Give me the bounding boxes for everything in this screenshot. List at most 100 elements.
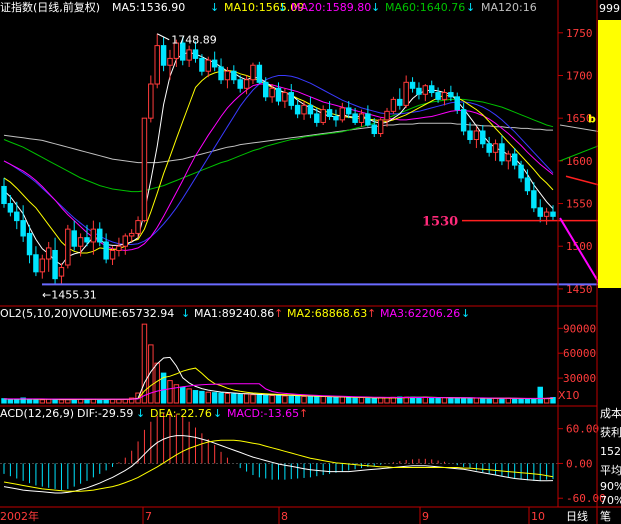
macd-arrow: ↑ (299, 407, 308, 420)
candle-body-55 (352, 113, 358, 123)
candle-body-18 (116, 245, 122, 251)
volume-unit: X10 (558, 389, 580, 402)
volume-bar-12 (77, 398, 84, 404)
candle-body-54 (345, 107, 352, 115)
candle-body-29 (186, 49, 192, 61)
candle-body-37 (237, 79, 243, 89)
volume-bar-13 (84, 399, 90, 404)
candle-body-36 (231, 70, 237, 81)
candle-body-22 (141, 117, 148, 222)
vol-ma1-arrow: ↑ (274, 307, 283, 320)
volume-bar-41 (262, 394, 269, 404)
chip-distribution-bar (598, 20, 621, 288)
volume-bar-56 (358, 396, 365, 404)
volume-bar-5 (33, 399, 39, 404)
candle-body-10 (65, 228, 71, 266)
side-chip-90: 90% (600, 480, 621, 493)
candle-body-38 (243, 79, 250, 89)
candle-body-1 (7, 203, 14, 213)
candle-body-41 (262, 81, 269, 98)
volume-bar-84 (537, 386, 543, 404)
candle-body-40 (256, 64, 263, 83)
volume-bar-54 (345, 397, 352, 404)
volume-bar-34 (218, 392, 224, 404)
candle-body-21 (135, 220, 141, 234)
candle-body-0 (1, 185, 7, 205)
macd-ytick-label-60: 60.00 (566, 423, 599, 436)
candle-body-33 (211, 59, 218, 68)
candle-body-85 (543, 211, 550, 217)
candle-body-15 (97, 228, 103, 243)
volume-bar-59 (377, 397, 384, 404)
candle-body-32 (205, 59, 212, 72)
ma5-label: MA5:1536.90 (112, 1, 185, 14)
side-bottom-label: 笔 (600, 509, 611, 523)
volume-value: VOLUME:65732.94 (72, 307, 174, 320)
volume-bar-70 (448, 397, 454, 404)
volume-bar-55 (352, 397, 358, 404)
volume-bar-65 (416, 397, 422, 404)
macd-legend: ACD(12,26,9) DIF:-29.59 ↓ DEA:-22.76 ↓ M… (0, 407, 308, 420)
candle-body-44 (282, 92, 288, 102)
vol-ma2-label: MA2:68868.63 (287, 307, 367, 320)
macd-value-label: MACD:-13.65 (227, 407, 299, 420)
volume-bar-37 (237, 393, 243, 404)
candle-body-2 (14, 211, 20, 222)
volume-bar-60 (384, 397, 390, 404)
candle-body-57 (365, 113, 371, 126)
volume-bar-66 (422, 396, 429, 404)
candle-body-9 (58, 267, 65, 277)
candle-body-51 (326, 109, 333, 117)
volume-bar-26 (167, 380, 173, 404)
target-line-label: 1530 (422, 215, 458, 230)
volume-bar-50 (320, 396, 326, 404)
volume-bar-45 (288, 395, 295, 404)
high-price-label: 1748.89 (171, 34, 217, 47)
volume-bar-9 (58, 399, 65, 404)
candle-body-83 (531, 190, 537, 209)
side-chip-152: 152 (600, 445, 621, 458)
candle-body-14 (90, 228, 97, 243)
candle-body-8 (52, 249, 58, 280)
volume-bar-1 (7, 398, 14, 404)
x-label-10: 10 (531, 510, 545, 523)
candle-body-53 (339, 107, 346, 121)
volume-bar-64 (409, 396, 416, 404)
candle-body-39 (250, 64, 256, 81)
volume-bar-24 (154, 362, 160, 404)
price-ytick-label-1550: 1550 (566, 198, 593, 211)
volume-bar-51 (326, 396, 333, 404)
price-ytick-label-1750: 1750 (566, 27, 593, 40)
candle-body-11 (71, 230, 77, 247)
candle-body-35 (224, 70, 231, 81)
candle-body-76 (486, 143, 492, 153)
vol-ma2-arrow: ↑ (367, 307, 376, 320)
volume-bar-40 (256, 394, 263, 404)
candle-body-45 (288, 92, 295, 106)
vol-ytick-label-30000: 30000 (563, 372, 596, 385)
candle-body-30 (192, 49, 199, 59)
timeframe-label[interactable]: 日线 (566, 509, 588, 523)
volume-bar-18 (116, 399, 122, 404)
volume-bar-75 (480, 397, 486, 404)
volume-bar-6 (39, 399, 46, 404)
candle-body-49 (314, 113, 320, 123)
volume-bar-52 (333, 396, 339, 404)
candle-body-73 (467, 130, 473, 141)
candle-body-62 (397, 98, 403, 106)
side-top-value: 999 (599, 2, 620, 15)
volume-bar-78 (499, 398, 505, 404)
volume-bar-85 (543, 397, 550, 404)
candle-body-61 (390, 98, 397, 112)
volume-bar-80 (511, 397, 518, 404)
candle-body-43 (275, 87, 282, 102)
candle-body-77 (492, 143, 499, 153)
candle-body-58 (371, 124, 377, 135)
chart-background (0, 0, 621, 524)
ma5-arrow: ↓ (210, 1, 219, 14)
stock-chart[interactable]: 1450150015501600165017001750←1455.311530… (0, 0, 621, 524)
side-chip-avg: 平均 (600, 464, 621, 477)
volume-bar-16 (103, 399, 109, 404)
candle-body-12 (77, 237, 84, 247)
volume-bar-44 (282, 395, 288, 404)
